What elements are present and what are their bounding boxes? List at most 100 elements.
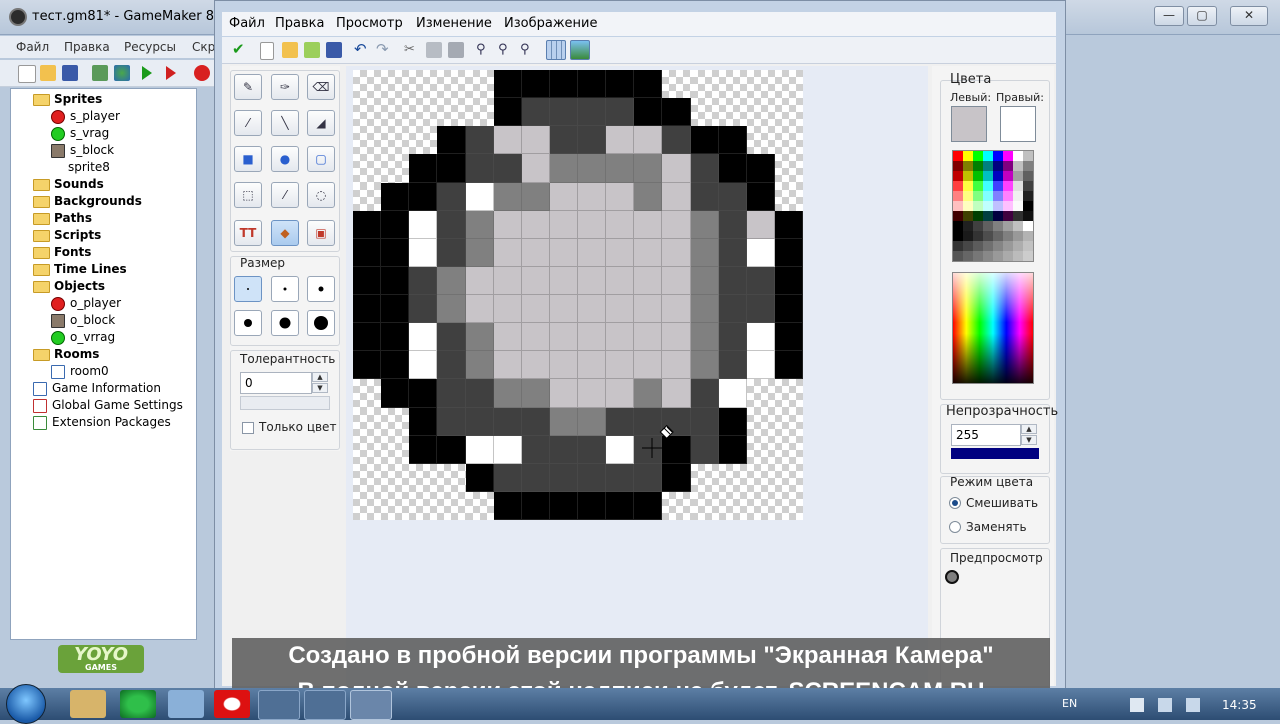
palette-swatch[interactable] (973, 181, 983, 191)
pixel-cell[interactable] (690, 70, 719, 99)
pixel-cell[interactable] (746, 126, 775, 155)
pixel-cell[interactable] (521, 323, 550, 352)
palette-swatch[interactable] (993, 191, 1003, 201)
pixel-cell[interactable] (746, 435, 775, 464)
select-region-tool-icon[interactable]: ⬚ (234, 182, 262, 208)
pixel-cell[interactable] (718, 98, 747, 127)
pixel-cell[interactable] (746, 70, 775, 99)
pixel-cell[interactable] (690, 98, 719, 127)
palette-swatch[interactable] (983, 251, 993, 261)
pixel-cell[interactable] (381, 266, 410, 295)
palette-swatch[interactable] (983, 221, 993, 231)
pixel-cell[interactable] (437, 407, 466, 436)
pixel-cell[interactable] (690, 126, 719, 155)
pixel-cell[interactable] (662, 266, 691, 295)
palette-swatch[interactable] (1023, 201, 1033, 211)
palette-swatch[interactable] (1003, 241, 1013, 251)
palette-swatch[interactable] (983, 171, 993, 181)
palette-swatch[interactable] (973, 191, 983, 201)
pixel-cell[interactable] (662, 154, 691, 183)
pixel-cell[interactable] (353, 182, 382, 211)
pixel-cell[interactable] (409, 295, 438, 324)
undo-icon[interactable]: ↶ (354, 41, 370, 57)
pixel-cell[interactable] (381, 98, 410, 127)
pixel-cell[interactable] (549, 182, 578, 211)
pixel-cell[interactable] (634, 379, 663, 408)
zoom-out-icon[interactable]: ⚲ (476, 42, 492, 58)
pixel-cell[interactable] (493, 182, 522, 211)
opera-taskbar-icon[interactable] (214, 690, 250, 718)
palette-swatch[interactable] (953, 241, 963, 251)
pixel-cell[interactable] (437, 154, 466, 183)
pixel-cell[interactable] (690, 238, 719, 267)
run-game-icon[interactable] (142, 66, 152, 80)
palette-swatch[interactable] (1003, 161, 1013, 171)
pixel-cell[interactable] (437, 379, 466, 408)
only-color-checkbox[interactable] (242, 422, 254, 434)
pixel-cell[interactable] (549, 491, 578, 520)
lasso-tool-icon[interactable]: ◌ (307, 182, 335, 208)
pixel-cell[interactable] (774, 323, 803, 352)
pixel-cell[interactable] (606, 463, 635, 492)
pixel-cell[interactable] (746, 154, 775, 183)
menu-file[interactable]: Файл (16, 40, 49, 54)
pixel-cell[interactable] (521, 98, 550, 127)
pixel-cell[interactable] (606, 407, 635, 436)
copy-icon[interactable] (426, 42, 442, 58)
palette-swatch[interactable] (1013, 171, 1023, 181)
pixel-cell[interactable] (746, 351, 775, 380)
pixel-cell[interactable] (662, 463, 691, 492)
pixel-cell[interactable] (662, 295, 691, 324)
palette-swatch[interactable] (1013, 221, 1023, 231)
pixel-cell[interactable] (634, 154, 663, 183)
pixel-cell[interactable] (549, 351, 578, 380)
new-image-icon[interactable] (260, 42, 274, 60)
pixel-cell[interactable] (774, 154, 803, 183)
tree-item-time-lines[interactable]: Time Lines (33, 261, 127, 277)
pixel-cell[interactable] (549, 379, 578, 408)
pixel-cell[interactable] (578, 491, 607, 520)
palette-swatch[interactable] (1023, 221, 1033, 231)
pixel-cell[interactable] (549, 210, 578, 239)
pixel-cell[interactable] (409, 463, 438, 492)
open-image-icon[interactable] (282, 42, 298, 58)
pixel-cell[interactable] (409, 323, 438, 352)
palette-swatch[interactable] (1003, 201, 1013, 211)
palette-swatch[interactable] (983, 231, 993, 241)
pixel-cell[interactable] (353, 323, 382, 352)
editor-menu-edit[interactable]: Правка (275, 16, 324, 31)
pixel-cell[interactable] (606, 379, 635, 408)
pixel-cell[interactable] (353, 351, 382, 380)
pixel-cell[interactable] (465, 98, 494, 127)
pixel-cell[interactable] (606, 182, 635, 211)
open-folder-icon[interactable] (40, 65, 56, 81)
palette-swatch[interactable] (963, 241, 973, 251)
save-icon[interactable] (62, 65, 78, 81)
pixel-cell[interactable] (409, 351, 438, 380)
pixel-cell[interactable] (578, 182, 607, 211)
pixel-cell[interactable] (606, 491, 635, 520)
blend-mode-radio[interactable] (949, 497, 961, 509)
tree-item-game-information[interactable]: Game Information (33, 380, 161, 396)
pixel-cell[interactable] (578, 238, 607, 267)
pixel-cell[interactable] (437, 238, 466, 267)
pixel-cell[interactable] (465, 491, 494, 520)
pixel-cell[interactable] (381, 154, 410, 183)
maximize-button[interactable]: ▢ (1187, 6, 1217, 26)
left-color-swatch[interactable] (951, 106, 987, 142)
tolerance-down-button[interactable]: ▼ (312, 383, 328, 393)
pixel-cell[interactable] (437, 182, 466, 211)
tree-item-s_block[interactable]: s_block (51, 142, 114, 158)
pixel-cell[interactable] (690, 266, 719, 295)
pixel-cell[interactable] (690, 407, 719, 436)
tree-item-paths[interactable]: Paths (33, 210, 92, 226)
pixel-cell[interactable] (409, 210, 438, 239)
palette-swatch[interactable] (983, 151, 993, 161)
color-spectrum[interactable] (952, 272, 1034, 384)
palette-swatch[interactable] (993, 181, 1003, 191)
palette-swatch[interactable] (1023, 161, 1033, 171)
palette-swatch[interactable] (963, 201, 973, 211)
tolerance-up-button[interactable]: ▲ (312, 372, 328, 382)
line-tool-icon[interactable]: ╲ (271, 110, 299, 136)
tree-item-backgrounds[interactable]: Backgrounds (33, 193, 142, 209)
